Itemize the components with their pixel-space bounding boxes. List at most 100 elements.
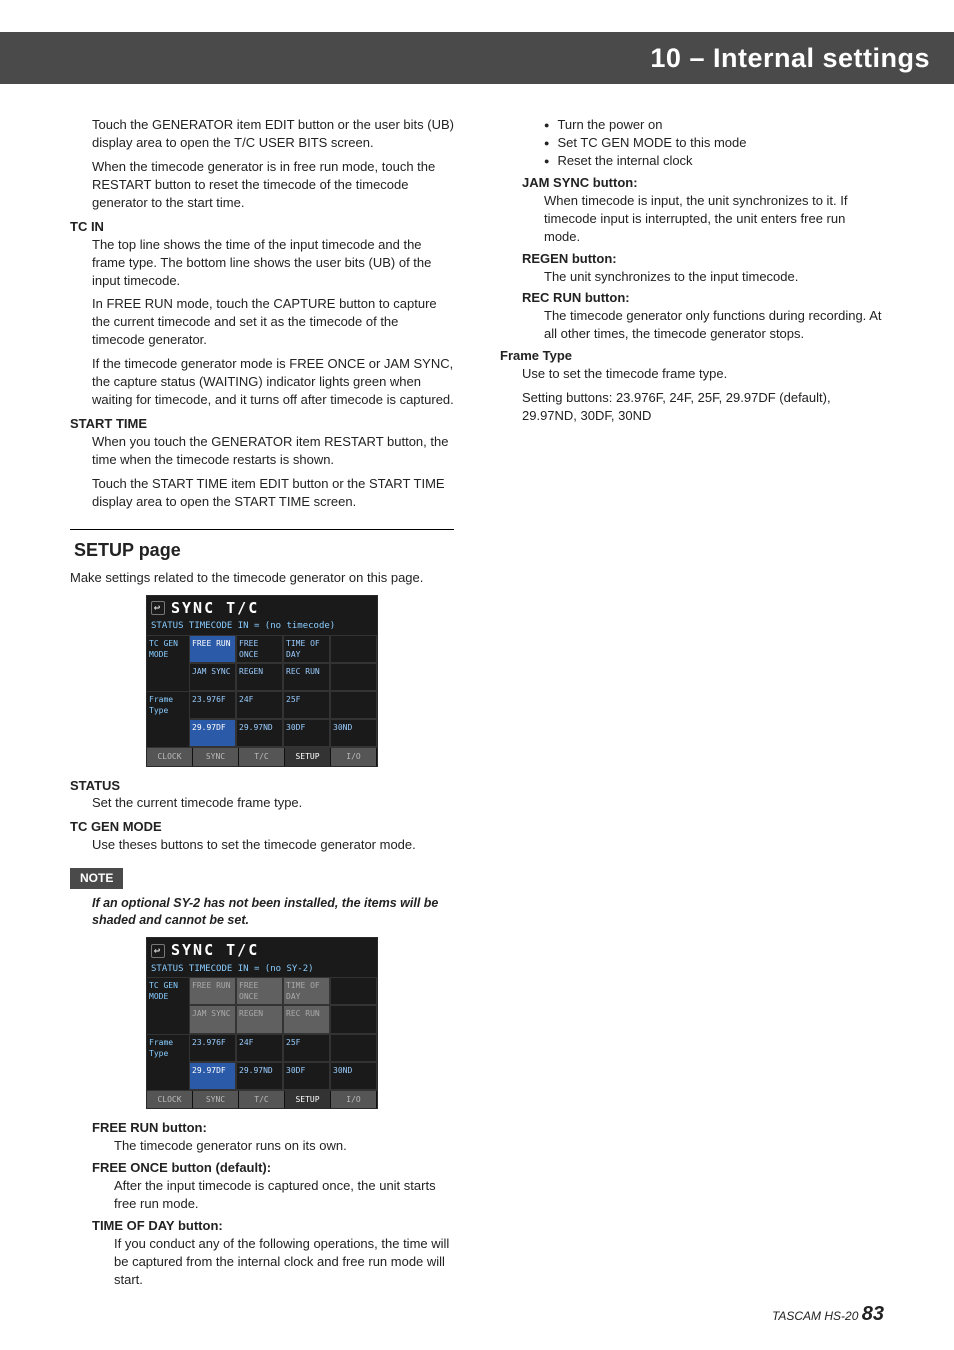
screen-title-row: ↩ SYNC T/C — [147, 938, 377, 963]
recrun-label: REC RUN button: — [500, 289, 884, 307]
screen-title: SYNC T/C — [171, 598, 259, 619]
tab-tc[interactable]: T/C — [239, 1091, 285, 1108]
content-area: Touch the GENERATOR item EDIT button or … — [70, 116, 884, 1314]
btn-jam-sync: JAM SYNC — [189, 1005, 236, 1033]
blank-cell — [330, 1005, 377, 1033]
btn-rec-run[interactable]: REC RUN — [283, 663, 330, 691]
regen-label: REGEN button: — [500, 250, 884, 268]
btn-free-once: FREE ONCE — [236, 977, 283, 1005]
tab-setup[interactable]: SETUP — [285, 1091, 331, 1108]
btn-regen[interactable]: REGEN — [236, 663, 283, 691]
btn-free-run: FREE RUN — [189, 977, 236, 1005]
blank-cell — [330, 977, 377, 1005]
tab-io[interactable]: I/O — [331, 748, 377, 765]
sync-tc-screen-normal: ↩ SYNC T/C STATUS TIMECODE IN = (no time… — [146, 595, 378, 767]
free-run-p: The timecode generator runs on its own. — [70, 1137, 454, 1155]
footer-page-number: 83 — [862, 1303, 884, 1325]
right-column: Turn the power on Set TC GEN MODE to thi… — [500, 116, 884, 1314]
note-tag: NOTE — [70, 868, 123, 889]
regen-p: The unit synchronizes to the input timec… — [500, 268, 884, 286]
screen-tabs: CLOCK SYNC T/C SETUP I/O — [147, 748, 377, 765]
free-once-label: FREE ONCE button (default): — [70, 1159, 454, 1177]
btn-30nd[interactable]: 30ND — [330, 719, 377, 747]
tod-label: TIME OF DAY button: — [70, 1217, 454, 1235]
tc-gen-mode-label: TC GEN MODE — [70, 818, 454, 836]
start-p1: When you touch the GENERATOR item RESTAR… — [70, 433, 454, 469]
frame-type-label: Frame Type — [500, 347, 884, 365]
tab-clock[interactable]: CLOCK — [147, 748, 193, 765]
blank-cell — [330, 1034, 377, 1062]
btn-2997nd[interactable]: 29.97ND — [236, 719, 283, 747]
screen-title: SYNC T/C — [171, 940, 259, 961]
footer-model: TASCAM HS-20 — [772, 1309, 858, 1323]
btn-jam-sync[interactable]: JAM SYNC — [189, 663, 236, 691]
status-label: STATUS — [70, 777, 454, 795]
btn-time-of-day: TIME OF DAY — [283, 977, 330, 1005]
btn-23976f[interactable]: 23.976F — [189, 1034, 236, 1062]
btn-23976f[interactable]: 23.976F — [189, 691, 236, 719]
btn-rec-run: REC RUN — [283, 1005, 330, 1033]
tab-tc[interactable]: T/C — [239, 748, 285, 765]
btn-free-run[interactable]: FREE RUN — [189, 635, 236, 663]
btn-regen: REGEN — [236, 1005, 283, 1033]
frame-type-p1: Use to set the timecode frame type. — [500, 365, 884, 383]
page-footer: TASCAM HS-20 83 — [772, 1303, 884, 1326]
tod-bullets: Turn the power on Set TC GEN MODE to thi… — [500, 116, 884, 170]
screen-tabs: CLOCK SYNC T/C SETUP I/O — [147, 1091, 377, 1108]
frame-type-p2: Setting buttons: 23.976F, 24F, 25F, 29.9… — [500, 389, 884, 425]
free-run-label: FREE RUN button: — [70, 1119, 454, 1137]
btn-30nd[interactable]: 30ND — [330, 1062, 377, 1090]
tab-clock[interactable]: CLOCK — [147, 1091, 193, 1108]
bullet-reset-clock: Reset the internal clock — [544, 152, 884, 170]
header-bar: 10 – Internal settings — [0, 32, 954, 84]
left-column: Touch the GENERATOR item EDIT button or … — [70, 116, 454, 1314]
restart-text: When the timecode generator is in free r… — [70, 158, 454, 212]
note-text: If an optional SY-2 has not been install… — [70, 895, 454, 930]
btn-30df[interactable]: 30DF — [283, 719, 330, 747]
btn-time-of-day[interactable]: TIME OF DAY — [283, 635, 330, 663]
recrun-p: The timecode generator only functions du… — [500, 307, 884, 343]
tc-in-p2: In FREE RUN mode, touch the CAPTURE butt… — [70, 295, 454, 349]
btn-25f[interactable]: 25F — [283, 1034, 330, 1062]
screen-grid: TC GEN MODE Frame Type FREE RUN FREE ONC… — [147, 977, 377, 1089]
screen-title-row: ↩ SYNC T/C — [147, 596, 377, 621]
tc-in-p3: If the timecode generator mode is FREE O… — [70, 355, 454, 409]
tc-in-p1: The top line shows the time of the input… — [70, 236, 454, 290]
tc-gen-mode-p: Use theses buttons to set the timecode g… — [70, 836, 454, 854]
generator-edit-text: Touch the GENERATOR item EDIT button or … — [70, 116, 454, 152]
blank-cell — [330, 635, 377, 663]
btn-free-once[interactable]: FREE ONCE — [236, 635, 283, 663]
bullet-set-mode: Set TC GEN MODE to this mode — [544, 134, 884, 152]
bullet-power-on: Turn the power on — [544, 116, 884, 134]
blank-cell — [330, 691, 377, 719]
btn-25f[interactable]: 25F — [283, 691, 330, 719]
blank-cell — [330, 663, 377, 691]
tab-setup[interactable]: SETUP — [285, 748, 331, 765]
screen-status-line: STATUS TIMECODE IN = (no timecode) — [147, 620, 377, 634]
side-frame-type: Frame Type — [147, 1034, 189, 1090]
btn-2997df[interactable]: 29.97DF — [189, 1062, 236, 1090]
btn-2997nd[interactable]: 29.97ND — [236, 1062, 283, 1090]
back-icon[interactable]: ↩ — [151, 944, 165, 958]
tab-sync[interactable]: SYNC — [193, 1091, 239, 1108]
start-time-label: START TIME — [70, 415, 454, 433]
sync-tc-screen-shaded: ↩ SYNC T/C STATUS TIMECODE IN = (no SY-2… — [146, 937, 378, 1109]
back-icon[interactable]: ↩ — [151, 601, 165, 615]
screen-grid: TC GEN MODE Frame Type FREE RUN FREE ONC… — [147, 635, 377, 747]
tab-sync[interactable]: SYNC — [193, 748, 239, 765]
side-tc-gen-mode: TC GEN MODE — [147, 977, 189, 1033]
setup-page-heading: SETUP page — [70, 538, 454, 563]
btn-30df[interactable]: 30DF — [283, 1062, 330, 1090]
jam-sync-label: JAM SYNC button: — [500, 174, 884, 192]
tc-in-label: TC IN — [70, 218, 454, 236]
btn-24f[interactable]: 24F — [236, 691, 283, 719]
screen-status-line: STATUS TIMECODE IN = (no SY-2) — [147, 963, 377, 977]
side-frame-type: Frame Type — [147, 691, 189, 747]
setup-intro: Make settings related to the timecode ge… — [70, 569, 454, 587]
btn-2997df[interactable]: 29.97DF — [189, 719, 236, 747]
tab-io[interactable]: I/O — [331, 1091, 377, 1108]
chapter-title: 10 – Internal settings — [650, 43, 930, 74]
section-divider — [70, 529, 454, 530]
btn-24f[interactable]: 24F — [236, 1034, 283, 1062]
tod-p: If you conduct any of the following oper… — [70, 1235, 454, 1289]
